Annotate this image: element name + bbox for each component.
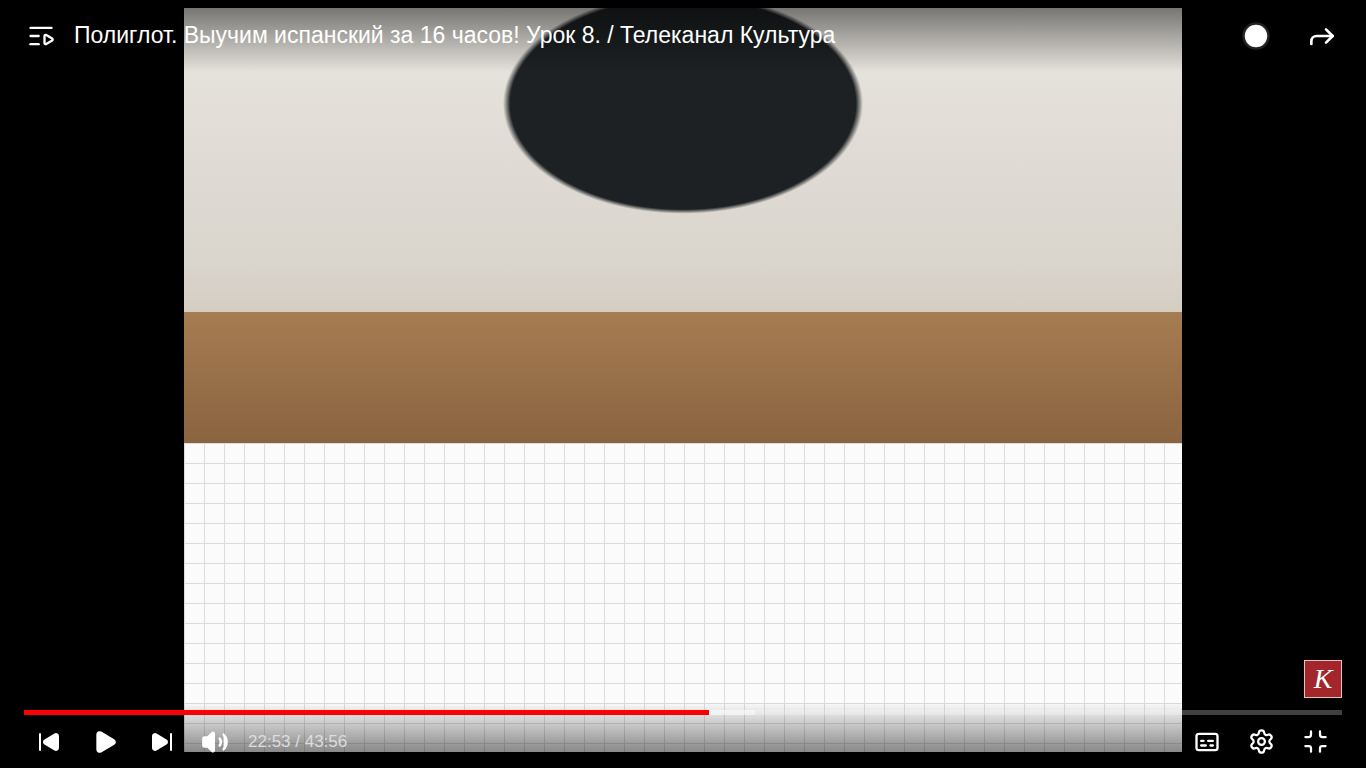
share-button[interactable]: [1298, 12, 1346, 60]
controls-row: 22:53 / 43:56: [22, 715, 1342, 768]
progress-bar[interactable]: [24, 710, 1342, 715]
exit-fullscreen-button[interactable]: [1288, 718, 1342, 766]
playlist-button[interactable]: [26, 12, 56, 60]
time-display: 22:53 / 43:56: [248, 732, 347, 752]
clock-icon: [1241, 21, 1271, 51]
video-frame[interactable]: [184, 8, 1182, 752]
progress-played: [24, 710, 709, 715]
previous-button[interactable]: [22, 718, 76, 766]
volume-icon: [201, 728, 229, 756]
subtitles-icon: [1193, 728, 1221, 756]
gear-icon: [1248, 728, 1275, 755]
video-player: Полиглот. Выучим испанский за 16 часов! …: [0, 0, 1366, 768]
volume-button[interactable]: [190, 718, 240, 766]
next-icon: [150, 730, 174, 754]
player-controls: 22:53 / 43:56: [0, 702, 1366, 768]
playlist-icon: [27, 22, 55, 50]
subtitles-button[interactable]: [1180, 718, 1234, 766]
settings-button[interactable]: [1234, 718, 1288, 766]
channel-watermark[interactable]: К: [1304, 660, 1342, 698]
next-button[interactable]: [134, 718, 190, 766]
play-button[interactable]: [76, 718, 134, 766]
watch-later-button[interactable]: [1232, 12, 1280, 60]
exit-fullscreen-icon: [1302, 728, 1329, 755]
video-title: Полиглот. Выучим испанский за 16 часов! …: [74, 22, 1214, 51]
share-icon: [1306, 20, 1338, 52]
previous-icon: [37, 730, 61, 754]
play-icon: [92, 729, 118, 755]
video-photo: [184, 8, 1182, 443]
top-bar: Полиглот. Выучим испанский за 16 часов! …: [0, 0, 1366, 72]
